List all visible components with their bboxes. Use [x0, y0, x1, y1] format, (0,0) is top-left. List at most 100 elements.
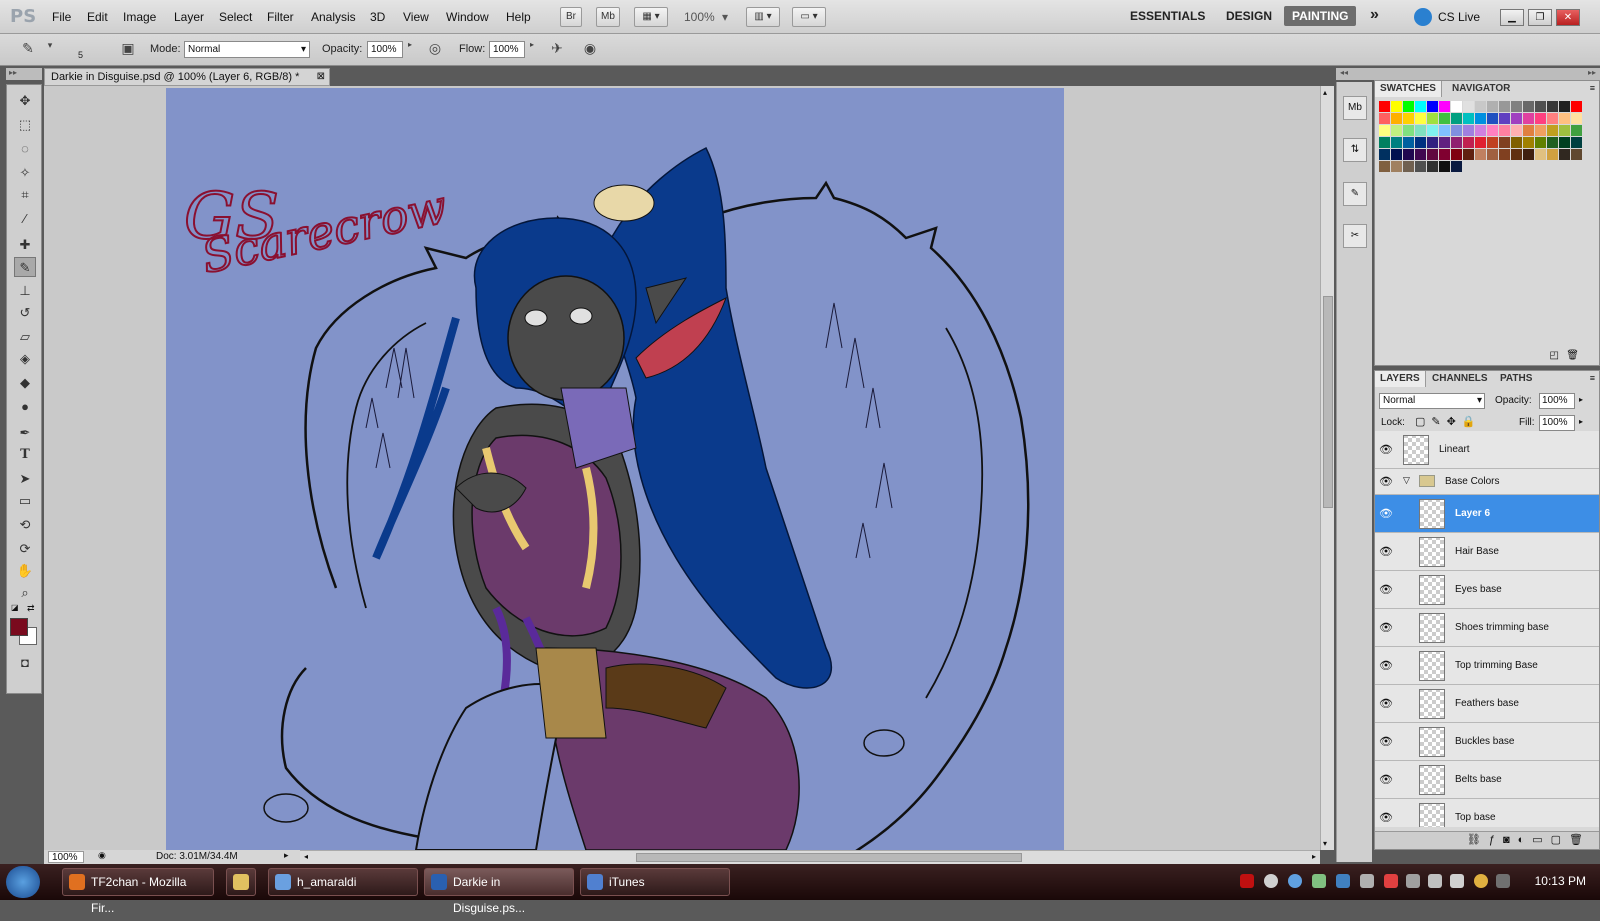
menu-help[interactable]: Help — [506, 10, 531, 24]
workspace-design[interactable]: DESIGN — [1226, 9, 1272, 23]
screen-mode-button[interactable]: ▭ ▾ — [792, 7, 826, 27]
workspace-painting[interactable]: PAINTING — [1284, 6, 1357, 26]
tool-panel-collapse-icon[interactable]: ▸▸ — [6, 68, 42, 80]
swatch[interactable] — [1547, 101, 1558, 112]
swatch[interactable] — [1403, 149, 1414, 160]
swatch[interactable] — [1475, 101, 1486, 112]
document-tab[interactable]: Darkie in Disguise.psd @ 100% (Layer 6, … — [44, 68, 330, 86]
lock-icons[interactable]: ▢✎✥🔒 — [1415, 415, 1482, 428]
taskbar-task[interactable] — [226, 868, 256, 896]
layer-row[interactable]: 👁 Shoes trimming base — [1375, 609, 1599, 647]
opacity-slider-arrow-icon[interactable]: ▸ — [404, 40, 416, 60]
clock[interactable]: 10:13 PM — [1535, 874, 1586, 888]
brush-preset-icon[interactable]: ✎ — [18, 40, 38, 60]
stamp-tool-icon[interactable]: ⊥ — [14, 281, 36, 301]
tray-app-icon[interactable] — [1384, 874, 1398, 888]
flow-slider-arrow-icon[interactable]: ▸ — [526, 40, 538, 60]
brush-presets-panel-icon[interactable]: ✎ — [1343, 182, 1367, 206]
opacity-pressure-icon[interactable]: ◎ — [425, 40, 445, 60]
swatch[interactable] — [1379, 101, 1390, 112]
layer-opacity-input[interactable]: 100% — [1539, 393, 1575, 409]
menu-window[interactable]: Window — [446, 10, 489, 24]
swatch[interactable] — [1571, 149, 1582, 160]
swatch[interactable] — [1475, 125, 1486, 136]
taskbar-task[interactable]: TF2chan - Mozilla Fir... — [62, 868, 214, 915]
swap-colors-icon[interactable]: ⇄ — [27, 603, 35, 614]
swatch[interactable] — [1499, 113, 1510, 124]
tray-device-icon[interactable] — [1360, 874, 1374, 888]
layers-footer-icons[interactable]: ⛓ƒ◙◐▭▢🗑 — [1375, 831, 1599, 849]
swatch[interactable] — [1511, 137, 1522, 148]
history-panel-icon[interactable]: ⇅ — [1343, 138, 1367, 162]
swatch[interactable] — [1475, 149, 1486, 160]
swatch[interactable] — [1427, 149, 1438, 160]
swatch[interactable] — [1487, 137, 1498, 148]
document-size[interactable]: Doc: 3.01M/34.4M — [156, 851, 238, 862]
tab-channels[interactable]: CHANNELS — [1427, 371, 1493, 387]
swatch[interactable] — [1511, 125, 1522, 136]
swatch[interactable] — [1427, 137, 1438, 148]
swatch[interactable] — [1559, 113, 1570, 124]
tray-flag-icon[interactable] — [1406, 874, 1420, 888]
quick-select-tool-icon[interactable]: ✧ — [14, 163, 36, 183]
view-extras-button[interactable]: ▦ ▾ — [634, 7, 668, 27]
layers-menu-icon[interactable]: ≡ — [1590, 373, 1595, 383]
swatch[interactable] — [1451, 149, 1462, 160]
blend-mode-select[interactable]: Normal ▾ — [1379, 393, 1485, 409]
clone-source-panel-icon[interactable]: ✂ — [1343, 224, 1367, 248]
swatch[interactable] — [1439, 101, 1450, 112]
swatch[interactable] — [1523, 113, 1534, 124]
visibility-eye-icon[interactable]: 👁 — [1378, 583, 1394, 597]
swatch[interactable] — [1391, 149, 1402, 160]
menu-select[interactable]: Select — [219, 10, 252, 24]
swatch[interactable] — [1451, 125, 1462, 136]
swatch[interactable] — [1523, 137, 1534, 148]
visibility-eye-icon[interactable]: 👁 — [1378, 773, 1394, 787]
swatch[interactable] — [1415, 161, 1426, 172]
marquee-tool-icon[interactable]: ⬚ — [14, 115, 36, 135]
swatch[interactable] — [1415, 137, 1426, 148]
new-swatch-icon[interactable]: ◰ — [1550, 350, 1559, 361]
swatch[interactable] — [1379, 137, 1390, 148]
eyedropper-tool-icon[interactable]: ⁄ — [14, 209, 36, 229]
tray-volume-icon[interactable] — [1450, 874, 1464, 888]
more-workspaces-icon[interactable]: » — [1370, 6, 1379, 24]
tray-update-icon[interactable] — [1288, 874, 1302, 888]
swatch[interactable] — [1403, 101, 1414, 112]
history-brush-tool-icon[interactable]: ↺ — [14, 303, 36, 323]
swatch[interactable] — [1511, 101, 1522, 112]
menu-3d[interactable]: 3D — [370, 10, 385, 24]
close-button[interactable]: ✕ — [1556, 9, 1580, 26]
scroll-right-icon[interactable]: ▸ — [1312, 852, 1316, 861]
crop-tool-icon[interactable]: ⌗ — [14, 185, 36, 205]
taskbar-task[interactable]: h_amaraldi — [268, 868, 418, 896]
swatch[interactable] — [1487, 101, 1498, 112]
swatch[interactable] — [1511, 149, 1522, 160]
swatch[interactable] — [1391, 137, 1402, 148]
start-button-icon[interactable] — [6, 866, 40, 898]
zoom-readout[interactable]: 100% — [48, 851, 84, 863]
swatch[interactable] — [1439, 137, 1450, 148]
swatch[interactable] — [1559, 101, 1570, 112]
swatch[interactable] — [1523, 125, 1534, 136]
swatch[interactable] — [1499, 125, 1510, 136]
3d-rotate-tool-icon[interactable]: ⟲ — [14, 515, 36, 535]
swatch[interactable] — [1439, 149, 1450, 160]
flow-input[interactable]: 100% — [489, 41, 525, 58]
visibility-eye-icon[interactable]: 👁 — [1378, 443, 1394, 457]
swatch[interactable] — [1403, 161, 1414, 172]
layer-row[interactable]: 👁 Top trimming Base — [1375, 647, 1599, 685]
swatch[interactable] — [1535, 149, 1546, 160]
lasso-tool-icon[interactable]: ◌ — [14, 139, 36, 159]
vertical-scrollbar[interactable]: ▴ ▾ — [1320, 86, 1334, 850]
brush-size-readout[interactable]: 5 — [78, 50, 83, 60]
swatch[interactable] — [1379, 125, 1390, 136]
swatch[interactable] — [1535, 101, 1546, 112]
menu-file[interactable]: File — [52, 10, 71, 24]
menu-image[interactable]: Image — [123, 10, 156, 24]
swatch[interactable] — [1415, 101, 1426, 112]
mini-bridge-button[interactable]: Mb — [596, 7, 620, 27]
swatch[interactable] — [1499, 101, 1510, 112]
status-info-icon[interactable]: ◉ — [98, 850, 106, 861]
tab-layers[interactable]: LAYERS — [1375, 371, 1426, 387]
